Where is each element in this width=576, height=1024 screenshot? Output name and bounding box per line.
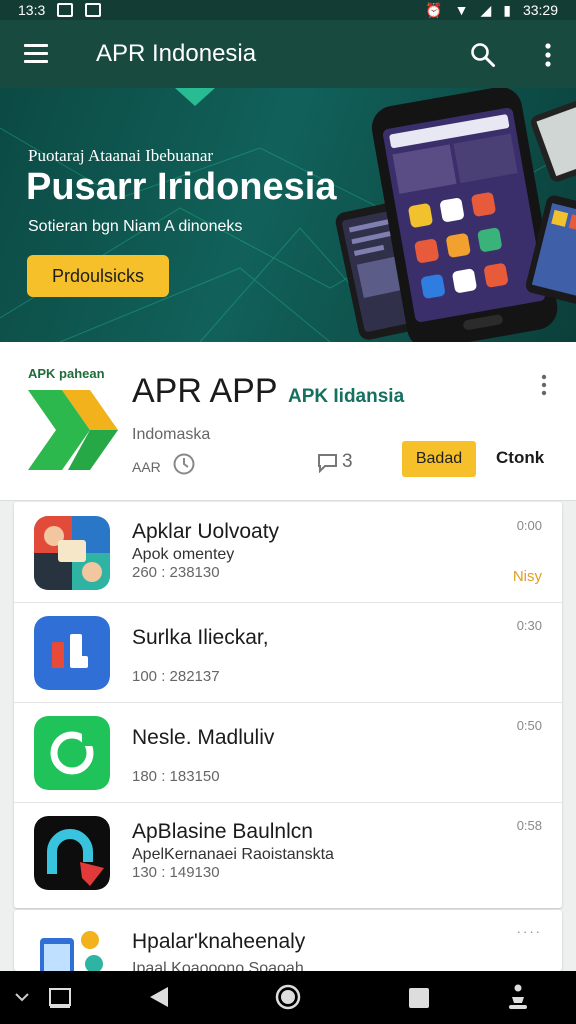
clock-icon [173, 453, 195, 475]
app-logo [28, 390, 118, 470]
list-item-time: 0:50 [516, 718, 542, 733]
status-clock: 33:29 [522, 2, 558, 18]
app-icon-arch [34, 816, 110, 890]
banner-subtitle-top: Puotaraj Ataanai Ibebuanar [28, 146, 214, 165]
gallery-notification-icon [57, 3, 74, 17]
mail-notification-icon [85, 3, 102, 17]
overview-icon[interactable] [408, 987, 430, 1009]
more-vert-icon[interactable] [538, 42, 558, 68]
banner-artwork [0, 88, 576, 342]
list-item-time: 0:58 [516, 818, 542, 833]
search-icon[interactable] [470, 42, 496, 68]
app-subtitle: APK Iidansia [288, 386, 405, 407]
list-item-badge: Nisy [512, 568, 542, 585]
list-item-count: 260 : 238130 [132, 564, 220, 581]
menu-icon[interactable] [24, 44, 48, 64]
promo-banner[interactable]: Puotaraj Ataanai Ibebuanar Pusarr Iridon… [0, 88, 576, 342]
list-item-name: Surlka Ilieckar, [132, 626, 269, 649]
list-item-count: 180 : 183150 [132, 768, 220, 785]
wifi-icon: ▼ [454, 2, 469, 18]
app-bar-title: APR Indonesia [96, 40, 257, 67]
recents-icon[interactable] [48, 987, 72, 1009]
comment-icon [318, 454, 337, 473]
status-bar: 13:3 ⏰ ▼ ◢ ▮ 33:29 [0, 0, 576, 20]
app-icon-refresh [34, 716, 110, 790]
more-options-icon[interactable] [538, 374, 550, 396]
secondary-action-button[interactable]: Ctonk [496, 448, 544, 468]
list-item-count: 130 : 149130 [132, 864, 220, 881]
list-item-time: 0:30 [516, 618, 542, 633]
banner-cta-button[interactable]: Prdoulsicks [27, 255, 169, 297]
list-item-name: Hpalar'knaheenaly [132, 930, 306, 953]
chevron-down-icon[interactable] [14, 991, 30, 1003]
status-time: 13:3 [18, 2, 46, 18]
list-item[interactable]: ApBlasine Baulnlcn ApelKernanaei Raoista… [14, 802, 562, 908]
review-count: 3 [316, 451, 353, 473]
signal-icon: ◢ [480, 1, 492, 18]
app-icon-music [34, 616, 110, 690]
app-list: Apklar Uolvoaty Apok omentey 260 : 23813… [14, 502, 562, 908]
list-item-time: 0:00 [516, 518, 542, 533]
banner-subtitle-bottom: Sotieran bgn Niam A dinoneks [28, 218, 243, 235]
list-item-more[interactable]: ···· [517, 924, 542, 939]
app-meta: AAR [132, 459, 161, 475]
list-item-name: Nesle. Madluliv [132, 726, 275, 749]
battery-icon: ▮ [503, 1, 511, 18]
list-item[interactable]: Apklar Uolvoaty Apok omentey 260 : 23813… [14, 502, 562, 603]
list-item-name: ApBlasine Baulnlcn [132, 820, 313, 843]
list-item[interactable]: Surlka Ilieckar, 100 : 282137 0:30 [14, 602, 562, 703]
accessibility-icon[interactable] [506, 983, 530, 1011]
list-item-desc: Apok omentey [132, 546, 235, 563]
app-developer: Indomaska [132, 426, 211, 443]
list-item[interactable]: Nesle. Madluliv 180 : 183150 0:50 [14, 702, 562, 803]
app-tag: APK pahean [28, 366, 105, 381]
list-item-name: Apklar Uolvoaty [132, 520, 280, 543]
app-icon-social [34, 516, 110, 590]
list-item-desc: Ipaal Koaooono Soaoah [132, 960, 304, 971]
list-item[interactable]: Hpalar'knaheenaly Ipaal Koaooono Soaoah … [14, 910, 562, 971]
app-icon-devices [34, 920, 110, 971]
app-bar: APR Indonesia [0, 20, 576, 88]
app-header: APK pahean APR APP APK Iidansia Indomask… [0, 342, 576, 501]
list-item-desc: ApelKernanaei Raoistanskta [132, 846, 334, 863]
review-count-value: 3 [342, 451, 353, 472]
primary-action-button[interactable]: Badad [402, 441, 476, 477]
app-name: APR APP [132, 372, 278, 410]
system-nav-bar [0, 971, 576, 1024]
home-icon[interactable] [274, 983, 302, 1011]
list-item-count: 100 : 282137 [132, 668, 220, 685]
back-icon[interactable] [148, 985, 170, 1009]
alarm-icon: ⏰ [425, 1, 443, 18]
banner-headline: Pusarr Iridonesia [26, 166, 337, 208]
app-list-more: Hpalar'knaheenaly Ipaal Koaooono Soaoah … [14, 910, 562, 971]
